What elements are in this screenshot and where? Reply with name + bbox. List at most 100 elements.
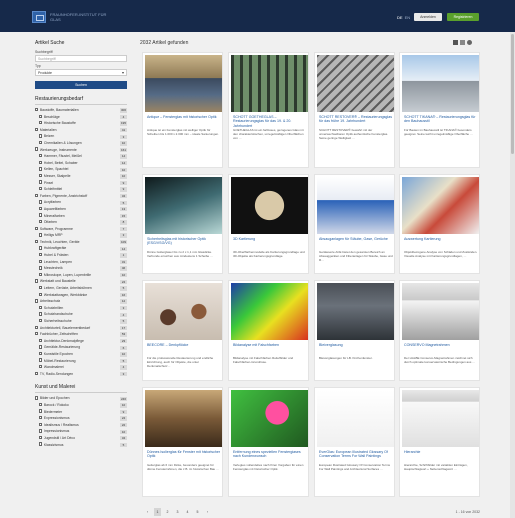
category-item[interactable]: Mineralfarben 15 — [35, 213, 127, 220]
product-image[interactable] — [317, 55, 394, 112]
category-item[interactable]: Bilder und Epochen 246 — [35, 395, 127, 402]
category-item[interactable]: Architektur-Denkmalpflege 23 — [35, 338, 127, 345]
category-item[interactable]: Beschläge 4 — [35, 114, 127, 121]
category-checkbox[interactable] — [39, 351, 43, 356]
category-item[interactable]: Ölfarben 8 — [35, 219, 127, 226]
category-item[interactable]: Hubel & Frästen 1 — [35, 252, 127, 259]
product-title-link[interactable]: Dünnes Isolierglas für Fenster mit histo… — [147, 450, 221, 459]
category-item[interactable]: Werkstattwagen, Werkbänke 16 — [35, 292, 127, 299]
category-item[interactable]: Software, Programme 7 — [35, 226, 127, 233]
category-checkbox[interactable] — [35, 193, 39, 198]
category-item[interactable]: Kunststile Epochen 10 — [35, 351, 127, 358]
category-checkbox[interactable] — [39, 402, 43, 407]
product-card[interactable]: Sicherheitsglas mit historischer Optik (… — [142, 174, 223, 274]
product-title-link[interactable]: SCHOTT RESTOVER® – Restaurierungsglas fü… — [319, 115, 393, 124]
product-title-link[interactable]: SCHOTT TIKANA® – Restaurierungsglas für … — [404, 115, 478, 124]
search-input[interactable]: Suchbegriff — [35, 55, 127, 62]
category-item[interactable]: Expressionismus 24 — [35, 415, 127, 422]
category-checkbox[interactable] — [39, 121, 43, 125]
pagination-prev-button[interactable]: ‹ — [144, 508, 151, 516]
register-button[interactable]: Registrieren — [447, 13, 479, 21]
product-title-link[interactable]: Bildanalyse mit Falschfarben — [233, 343, 307, 347]
category-checkbox[interactable] — [39, 187, 43, 191]
category-checkbox[interactable] — [39, 180, 43, 184]
category-item[interactable]: Historische Baustoffe 195 — [35, 120, 127, 127]
category-checkbox[interactable] — [39, 422, 43, 427]
product-image[interactable] — [402, 177, 479, 234]
product-card[interactable]: Bleiverglasung Bleiverglasungen für LB. K… — [314, 280, 395, 381]
category-item[interactable]: Architekturteil, Bauelementbedarf 17 — [35, 325, 127, 332]
category-checkbox[interactable] — [39, 220, 43, 224]
product-image[interactable] — [231, 283, 308, 340]
category-item[interactable]: Leitern, Gerüste, Arbeitsbühnen 5 — [35, 285, 127, 292]
lang-en-link[interactable]: EN — [405, 15, 411, 20]
category-checkbox[interactable] — [39, 266, 43, 270]
category-item[interactable]: Messtechnik 46 — [35, 265, 127, 272]
category-checkbox[interactable] — [39, 442, 43, 446]
category-item[interactable]: Biedermeier 9 — [35, 409, 127, 416]
category-checkbox[interactable] — [39, 292, 43, 296]
category-item[interactable]: Acrylfarben 5 — [35, 199, 127, 206]
category-item[interactable]: Hubkraftgeräte 14 — [35, 245, 127, 252]
category-item[interactable]: Baustoffe, Baumaterialien 306 — [35, 107, 127, 114]
pagination-page[interactable]: 2 — [164, 508, 171, 516]
product-card[interactable]: Entfernung eines speziellen Fenstergiase… — [228, 387, 309, 497]
category-item[interactable]: Schutzbrillen 3 — [35, 305, 127, 312]
product-card[interactable]: 3D Kartierung 3D-Oberflächenmodelle als K… — [228, 174, 309, 274]
category-item[interactable]: Impressionismus 10 — [35, 428, 127, 435]
product-card[interactable]: Antique – Fensterglas mit historischer O… — [142, 52, 223, 168]
product-title-link[interactable]: EverGlas: European Illustrated Glossary … — [319, 450, 393, 459]
scrollbar-thumb[interactable] — [511, 34, 514, 154]
search-button[interactable]: Suchen — [35, 81, 127, 89]
category-item[interactable]: Pinsel 9 — [35, 180, 127, 187]
product-card[interactable]: Hierarchie Hierarchie, Schriftbilder mit … — [399, 387, 480, 497]
category-checkbox[interactable] — [39, 285, 43, 290]
category-checkbox[interactable] — [39, 409, 43, 413]
category-checkbox[interactable] — [39, 272, 43, 277]
category-checkbox[interactable] — [39, 435, 43, 440]
category-checkbox[interactable] — [35, 279, 39, 283]
category-item[interactable]: Hobel, Beitel, Schaber 14 — [35, 160, 127, 167]
category-checkbox[interactable] — [35, 332, 39, 336]
product-title-link[interactable]: Hierarchie — [404, 450, 478, 454]
category-item[interactable]: Farben, Pigmente, Anstrichstoff 34 — [35, 193, 127, 200]
category-checkbox[interactable] — [35, 107, 39, 112]
category-checkbox[interactable] — [39, 318, 43, 323]
product-title-link[interactable]: SCHOTT GOETHEGLAS – Restaurierungsglas f… — [233, 115, 307, 128]
category-item[interactable]: Messer, Skalpelle 10 — [35, 173, 127, 180]
pagination-next-button[interactable]: › — [204, 508, 211, 516]
product-card[interactable]: SCHOTT RESTOVER® – Restaurierungsglas fü… — [314, 52, 395, 168]
category-checkbox[interactable] — [35, 325, 39, 329]
category-item[interactable]: Barock / Rokoko 10 — [35, 402, 127, 409]
pagination-page[interactable]: 3 — [174, 508, 181, 516]
category-checkbox[interactable] — [39, 167, 43, 171]
category-checkbox[interactable] — [39, 200, 43, 204]
category-checkbox[interactable] — [39, 416, 43, 420]
category-item[interactable]: Hammer, Fäustel, Meißel 14 — [35, 153, 127, 160]
category-item[interactable]: Wandmalerei 4 — [35, 364, 127, 371]
category-checkbox[interactable] — [35, 371, 39, 376]
category-item[interactable]: TV, Radio-Sendungen 3 — [35, 371, 127, 378]
category-checkbox[interactable] — [39, 365, 43, 369]
category-item[interactable]: Chemikalien & Lösungen 10 — [35, 140, 127, 147]
product-image[interactable] — [317, 177, 394, 234]
product-image[interactable] — [317, 390, 394, 447]
category-checkbox[interactable] — [39, 213, 43, 217]
category-checkbox[interactable] — [39, 160, 43, 165]
product-title-link[interactable]: 3D Kartierung — [233, 237, 307, 241]
pagination-page[interactable]: 4 — [184, 508, 191, 516]
category-checkbox[interactable] — [39, 259, 43, 263]
category-checkbox[interactable] — [39, 429, 43, 433]
login-button[interactable]: Anmelden — [414, 13, 442, 21]
category-checkbox[interactable] — [35, 299, 39, 303]
category-checkbox[interactable] — [39, 305, 43, 310]
product-image[interactable] — [145, 177, 222, 234]
category-item[interactable]: Kellen, Spachtel 10 — [35, 166, 127, 173]
product-image[interactable] — [231, 177, 308, 234]
product-image[interactable] — [402, 55, 479, 112]
pagination-page[interactable]: 5 — [194, 508, 201, 516]
product-image[interactable] — [145, 390, 222, 447]
product-title-link[interactable]: Antique – Fensterglas mit historischer O… — [147, 115, 221, 119]
product-image[interactable] — [231, 55, 308, 112]
category-item[interactable]: Heiligs MRP 3 — [35, 232, 127, 239]
